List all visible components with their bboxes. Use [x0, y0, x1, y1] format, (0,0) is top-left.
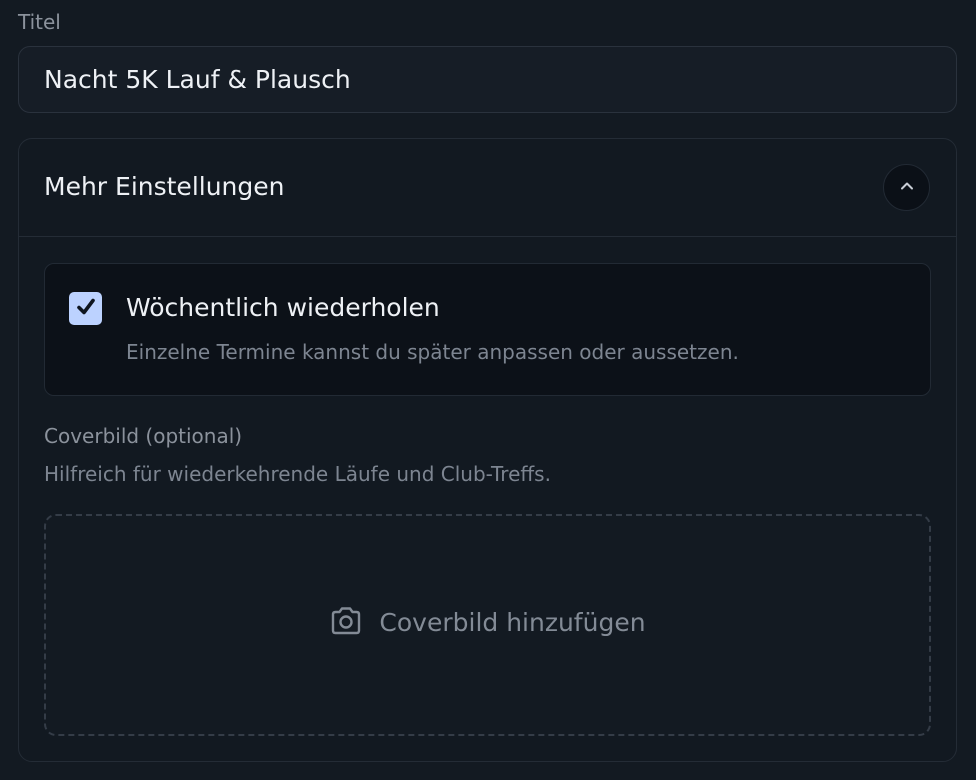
more-settings-title: Mehr Einstellungen: [44, 172, 285, 201]
add-cover-label: Coverbild hinzufügen: [379, 608, 646, 637]
repeat-weekly-card: Wöchentlich wiederholen Einzelne Termine…: [44, 263, 931, 396]
repeat-weekly-label: Wöchentlich wiederholen: [126, 293, 440, 322]
cover-hint: Hilfreich für wiederkehrende Läufe und C…: [44, 462, 551, 486]
cover-label: Coverbild (optional): [44, 424, 243, 448]
camera-icon: [329, 606, 363, 640]
more-settings-panel: Mehr Einstellungen Wöchentlich wiederhol…: [18, 138, 957, 762]
repeat-weekly-checkbox[interactable]: [69, 292, 102, 325]
checkmark-icon: [75, 296, 97, 322]
chevron-up-icon: [898, 177, 916, 199]
cover-dropzone[interactable]: Coverbild hinzufügen: [44, 514, 931, 736]
title-label: Titel: [18, 10, 61, 34]
more-settings-header[interactable]: Mehr Einstellungen: [19, 139, 956, 237]
title-input[interactable]: [18, 46, 957, 113]
collapse-button[interactable]: [883, 164, 930, 211]
repeat-weekly-description: Einzelne Termine kannst du später anpass…: [126, 340, 739, 364]
